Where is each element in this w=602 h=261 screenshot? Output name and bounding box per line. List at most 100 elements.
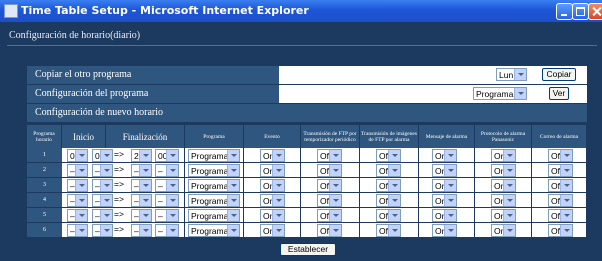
ftp-periodic-select[interactable]: Off xyxy=(317,149,342,162)
chevron-down-icon xyxy=(388,165,400,176)
row-program-select[interactable]: Programa1 xyxy=(188,179,240,192)
chevron-down-icon xyxy=(139,180,151,191)
start-hour-select[interactable]: – xyxy=(67,224,88,237)
program-cell: Programa1 xyxy=(185,148,244,162)
end-hour-select[interactable]: – xyxy=(131,224,152,237)
end-hour-select[interactable]: – xyxy=(131,194,152,207)
end-minute-select[interactable]: – xyxy=(155,224,179,237)
start-minute-select[interactable]: – xyxy=(92,194,113,207)
view-button[interactable]: Ver xyxy=(549,87,569,100)
table-row: 4– – => – – Programa1 On Off Off On On Off xyxy=(27,193,587,208)
program-select[interactable]: Programa1 xyxy=(473,87,527,100)
row-program-select[interactable]: Programa1 xyxy=(188,149,240,162)
start-hour-select[interactable]: 0 xyxy=(67,149,88,162)
event-select[interactable]: On xyxy=(260,224,285,237)
close-icon[interactable] xyxy=(588,3,602,20)
ftp-periodic-select[interactable]: Off xyxy=(317,209,342,222)
chevron-down-icon xyxy=(514,69,526,80)
header-end: Finalización xyxy=(106,125,185,148)
alarm-message-select[interactable]: On xyxy=(432,209,457,222)
ftp-periodic-select[interactable]: Off xyxy=(317,179,342,192)
alarm-message-select[interactable]: On xyxy=(432,179,457,192)
row-program-select[interactable]: Programa1 xyxy=(188,164,240,177)
chevron-down-icon xyxy=(139,150,151,161)
start-minute-select[interactable]: – xyxy=(92,179,113,192)
day-select[interactable]: Lun xyxy=(496,68,527,81)
alarm-mail-select[interactable]: Off xyxy=(548,194,573,207)
arrow-label: => xyxy=(114,149,124,159)
alarm-message-select[interactable]: On xyxy=(432,149,457,162)
start-minute-select[interactable]: – xyxy=(92,164,113,177)
row-program-select[interactable]: Programa1 xyxy=(188,209,240,222)
panasonic-protocol-select[interactable]: On xyxy=(491,149,516,162)
alarm-mail-select[interactable]: Off xyxy=(548,224,573,237)
start-minute-select[interactable]: 00 xyxy=(92,149,113,162)
panasonic-protocol-select[interactable]: On xyxy=(491,224,516,237)
end-minute-select[interactable]: – xyxy=(155,194,179,207)
end-minute-select[interactable]: – xyxy=(155,209,179,222)
ftp-alarm-select[interactable]: Off xyxy=(376,179,401,192)
end-minute-select-value: – xyxy=(158,181,163,191)
maximize-icon[interactable] xyxy=(572,3,589,20)
alarm-mail-select[interactable]: Off xyxy=(548,179,573,192)
alarm-message-select[interactable]: On xyxy=(432,194,457,207)
ftp-alarm-select[interactable]: Off xyxy=(376,164,401,177)
program-config-label: Configuración del programa xyxy=(35,88,149,99)
minimize-icon[interactable] xyxy=(556,3,573,20)
ftp-periodic-select[interactable]: Off xyxy=(317,194,342,207)
alarm-mail-cell: Off xyxy=(532,178,587,192)
event-select[interactable]: On xyxy=(260,164,285,177)
table-row: 1000=>2400Programa1OnOffOffOnOnOff xyxy=(27,148,587,163)
chevron-down-icon xyxy=(139,210,151,221)
program-select-value: Programa1 xyxy=(476,89,519,99)
panasonic-protocol-select[interactable]: On xyxy=(491,164,516,177)
event-select[interactable]: On xyxy=(260,194,285,207)
chevron-down-icon xyxy=(388,225,400,236)
end-hour-select[interactable]: – xyxy=(131,209,152,222)
end-hour-select[interactable]: – xyxy=(131,164,152,177)
start-hour-select[interactable]: – xyxy=(67,209,88,222)
panasonic-protocol-select[interactable]: On xyxy=(491,194,516,207)
alarm-mail-select[interactable]: Off xyxy=(548,149,573,162)
panasonic-protocol-select[interactable]: On xyxy=(491,179,516,192)
end-hour-select[interactable]: – xyxy=(131,179,152,192)
panasonic-protocol-select[interactable]: On xyxy=(491,209,516,222)
ftp-alarm-select[interactable]: Off xyxy=(376,149,401,162)
ftp-periodic-select[interactable]: Off xyxy=(317,164,342,177)
row-program-select[interactable]: Programa1 xyxy=(188,194,240,207)
ftp-alarm-select[interactable]: Off xyxy=(376,194,401,207)
ftp-alarm-select[interactable]: Off xyxy=(376,209,401,222)
event-select[interactable]: On xyxy=(260,149,285,162)
row-program-select[interactable]: Programa1 xyxy=(188,224,240,237)
start-hour-select[interactable]: – xyxy=(67,164,88,177)
start-minute-select[interactable]: – xyxy=(92,209,113,222)
copy-button[interactable]: Copiar xyxy=(542,68,576,81)
chevron-down-icon xyxy=(227,180,239,191)
table-row: 5– – => – – Programa1 On Off Off On On Off xyxy=(27,208,587,223)
start-hour-select[interactable]: – xyxy=(67,179,88,192)
chevron-down-icon xyxy=(503,165,515,176)
event-select[interactable]: On xyxy=(260,179,285,192)
alarm-mail-select[interactable]: Off xyxy=(548,164,573,177)
alarm-message-select[interactable]: On xyxy=(432,164,457,177)
start-minute-select[interactable]: – xyxy=(92,224,113,237)
end-minute-select[interactable]: – xyxy=(155,164,179,177)
alarm-message-select[interactable]: On xyxy=(432,224,457,237)
event-select[interactable]: On xyxy=(260,209,285,222)
end-minute-select[interactable]: – xyxy=(155,179,179,192)
end-minute-select[interactable]: 00 xyxy=(155,149,179,162)
end-hour-select[interactable]: 24 xyxy=(131,149,152,162)
chevron-down-icon xyxy=(75,225,87,236)
chevron-down-icon xyxy=(329,225,341,236)
set-button[interactable]: Establecer xyxy=(280,243,336,256)
alarm-mail-select[interactable]: Off xyxy=(548,209,573,222)
ftp-periodic-select[interactable]: Off xyxy=(317,224,342,237)
time-cell: – – => – – xyxy=(62,193,185,207)
header-alarm-message: Mensaje de alarma xyxy=(419,125,475,148)
arrow-label: => xyxy=(114,224,124,234)
chevron-down-icon xyxy=(444,225,456,236)
chevron-down-icon xyxy=(100,210,112,221)
start-hour-select[interactable]: – xyxy=(67,194,88,207)
page-title: Configuración de horario(diario) xyxy=(9,30,141,41)
ftp-alarm-select[interactable]: Off xyxy=(376,224,401,237)
